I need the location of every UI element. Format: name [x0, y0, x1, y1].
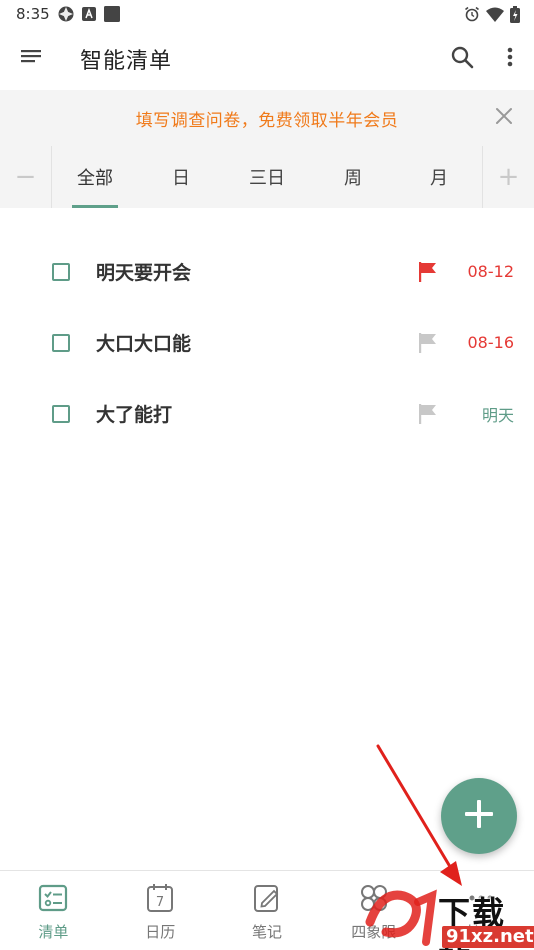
alarm-icon — [464, 6, 480, 22]
close-icon — [495, 107, 513, 129]
plus-icon — [464, 799, 494, 833]
search-icon — [450, 45, 474, 73]
tab-three-days[interactable]: 三日 — [224, 146, 310, 208]
page-title: 智能清单 — [80, 49, 173, 74]
aperture-icon — [58, 6, 74, 22]
watermark-logo-icon — [365, 889, 437, 946]
add-task-button[interactable] — [441, 778, 517, 854]
zoom-out-button[interactable]: − — [0, 146, 52, 208]
task-row[interactable]: 明天要开会 08-12 — [0, 236, 534, 307]
range-tabs: − 全部 日 三日 周 月 + — [0, 146, 534, 208]
app-notification-icon — [81, 7, 96, 21]
battery-icon — [510, 5, 520, 23]
task-due-date: 08-16 — [467, 333, 515, 352]
status-time: 8:35 — [16, 5, 50, 23]
menu-button[interactable] — [0, 28, 62, 90]
calendar-icon: 7 — [145, 883, 175, 917]
search-button[interactable] — [438, 28, 486, 90]
task-checkbox[interactable] — [52, 262, 70, 281]
task-due-date: 08-12 — [467, 262, 515, 281]
nav-item-list[interactable]: 清单 — [0, 871, 107, 950]
nav-item-notes[interactable]: 笔记 — [214, 871, 321, 950]
wifi-icon — [486, 7, 504, 22]
nav-item-calendar[interactable]: 7 日历 — [107, 871, 214, 950]
task-row[interactable]: 大了能打 明天 — [0, 378, 534, 449]
checklist-icon — [38, 883, 68, 917]
nav-label: 笔记 — [251, 923, 282, 941]
more-vert-icon — [507, 47, 513, 71]
tab-all[interactable]: 全部 — [52, 146, 138, 208]
menu-icon — [21, 49, 41, 69]
nav-label: 清单 — [38, 923, 69, 941]
tab-day[interactable]: 日 — [138, 146, 224, 208]
note-icon — [252, 883, 282, 917]
minus-icon: − — [14, 162, 37, 192]
tab-week[interactable]: 周 — [310, 146, 396, 208]
flag-icon[interactable] — [416, 260, 440, 284]
task-title: 大了能打 — [96, 404, 173, 426]
task-list: 明天要开会 08-12 大口大口能 08-16 大了能打 明天 — [0, 236, 534, 449]
site-watermark: 下载站 91xz.net — [360, 876, 534, 950]
survey-banner-text[interactable]: 填写调查问卷，免费领取半年会员 — [136, 106, 399, 131]
nav-label: 日历 — [145, 923, 176, 941]
task-title: 大口大口能 — [96, 333, 192, 355]
app-bar: 智能清单 — [0, 28, 534, 90]
calendar-day: 7 — [156, 895, 164, 910]
flag-icon[interactable] — [416, 331, 440, 355]
flag-icon[interactable] — [416, 402, 440, 426]
zoom-in-button[interactable]: + — [482, 146, 534, 208]
square-notification-icon — [103, 6, 120, 22]
tab-list: 全部 日 三日 周 月 — [52, 146, 482, 208]
more-options-button[interactable] — [486, 28, 534, 90]
task-row[interactable]: 大口大口能 08-16 — [0, 307, 534, 378]
tab-month[interactable]: 月 — [396, 146, 482, 208]
status-bar: 8:35 — [0, 0, 534, 28]
task-due-date: 明天 — [481, 405, 514, 425]
task-checkbox[interactable] — [52, 333, 70, 352]
plus-icon: + — [497, 162, 520, 192]
watermark-domain: 91xz.net — [442, 926, 534, 948]
survey-banner[interactable]: 填写调查问卷，免费领取半年会员 — [0, 90, 534, 146]
task-checkbox[interactable] — [52, 404, 70, 423]
banner-close-button[interactable] — [490, 104, 518, 132]
task-title: 明天要开会 — [96, 262, 192, 284]
